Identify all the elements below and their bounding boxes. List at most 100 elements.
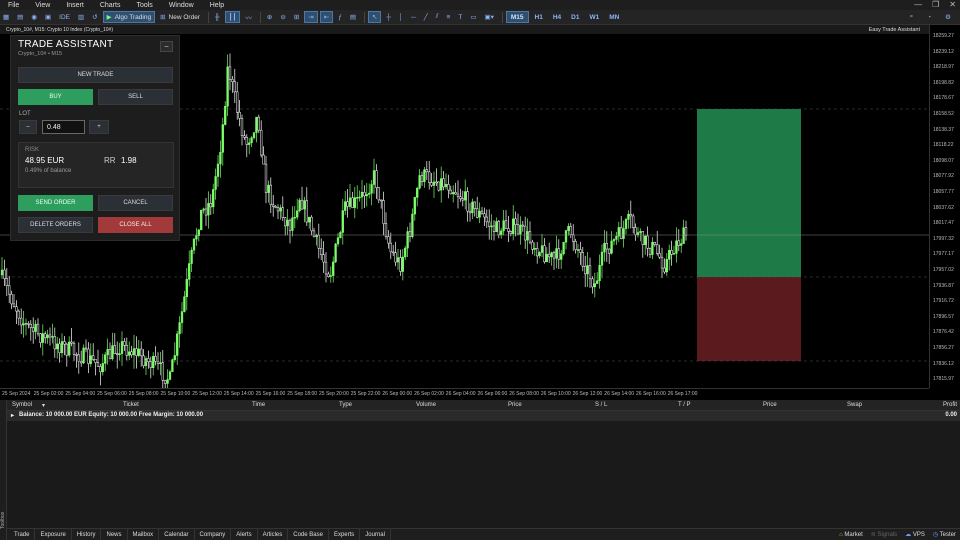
- chart-window-tab[interactable]: Crypto_10#, M15: Crypto 10 Index (Crypto…: [0, 27, 119, 33]
- tab-calendar[interactable]: Calendar: [159, 529, 195, 540]
- new-trade-button[interactable]: NEW TRADE: [18, 67, 173, 83]
- price-scale[interactable]: 18259.27 18239.12 18218.97 18198.82 18178.67…: [929, 25, 960, 388]
- crosshair-icon[interactable]: ┼: [383, 11, 394, 23]
- text-icon[interactable]: T: [455, 11, 465, 23]
- menu-window[interactable]: Window: [161, 2, 202, 9]
- candle-body: [648, 248, 652, 255]
- tab-company[interactable]: Company: [195, 529, 232, 540]
- col-profit[interactable]: Profit: [943, 402, 957, 408]
- rectangle-icon[interactable]: ▭: [467, 11, 479, 23]
- bar-chart-icon[interactable]: ╫: [212, 11, 223, 23]
- tab-news[interactable]: News: [101, 529, 128, 540]
- data-window-icon[interactable]: ▣: [42, 11, 54, 23]
- channel-icon[interactable]: ⫽: [433, 11, 442, 23]
- candlestick-icon[interactable]: ┃┃: [224, 11, 241, 23]
- minimize-window-icon[interactable]: —: [914, 0, 922, 10]
- timeframe-h4[interactable]: H4: [549, 11, 565, 23]
- menu-file[interactable]: File: [0, 2, 27, 9]
- tab-mailbox[interactable]: Mailbox: [128, 529, 160, 540]
- history-icon[interactable]: ↺: [89, 11, 100, 23]
- col-sl[interactable]: S / L: [595, 402, 607, 408]
- timeframe-w1[interactable]: W1: [585, 11, 603, 23]
- balance-expand-icon[interactable]: ▸: [11, 412, 14, 419]
- timeframe-mn[interactable]: MN: [605, 11, 623, 23]
- profiles-icon[interactable]: ▤: [14, 11, 26, 23]
- cursor-icon[interactable]: ↖: [367, 11, 382, 23]
- indicators-icon[interactable]: ƒ: [335, 11, 345, 23]
- zoom-in-icon[interactable]: ⊕: [264, 11, 275, 23]
- menu-charts[interactable]: Charts: [92, 2, 129, 9]
- sell-button[interactable]: SELL: [98, 89, 173, 105]
- col-volume[interactable]: Volume: [416, 402, 436, 408]
- candle-body: [408, 231, 412, 237]
- chart-shift-icon[interactable]: ⇤: [319, 11, 334, 23]
- ide-icon[interactable]: IDE: [56, 11, 73, 23]
- lot-increase-button[interactable]: +: [89, 120, 109, 134]
- vertical-line-icon[interactable]: │: [396, 11, 406, 23]
- zoom-out-icon[interactable]: ⊖: [277, 11, 288, 23]
- candle-body: [32, 327, 35, 332]
- menu-insert[interactable]: Insert: [58, 2, 92, 9]
- col-type[interactable]: Type: [339, 402, 352, 408]
- market-watch-icon[interactable]: ◉: [28, 11, 40, 23]
- horizontal-line-icon[interactable]: ─: [408, 11, 419, 23]
- candle-body: [51, 336, 54, 338]
- send-order-button[interactable]: SEND ORDER: [18, 195, 93, 211]
- cancel-button[interactable]: CANCEL: [98, 195, 173, 211]
- candle-body: [202, 208, 205, 211]
- market-link[interactable]: ⌂ Market: [839, 532, 863, 538]
- line-chart-icon[interactable]: 〰: [242, 11, 255, 23]
- tester-link[interactable]: ◷ Tester: [933, 531, 956, 538]
- templates-icon[interactable]: ▤: [347, 11, 359, 23]
- lot-input[interactable]: [42, 120, 85, 134]
- delete-orders-button[interactable]: DELETE ORDERS: [18, 217, 93, 233]
- tab-alerts[interactable]: Alerts: [231, 529, 258, 540]
- col-swap[interactable]: Swap: [847, 402, 862, 408]
- autoscroll-icon[interactable]: ⇥: [304, 11, 318, 23]
- buy-button[interactable]: BUY: [18, 89, 93, 105]
- col-price[interactable]: Price: [508, 402, 522, 408]
- chart-type-icon[interactable]: ▦: [0, 11, 12, 23]
- timeframe-h1[interactable]: H1: [531, 11, 547, 23]
- restore-window-icon[interactable]: ❐: [932, 0, 939, 10]
- tab-exposure[interactable]: Exposure: [35, 529, 72, 540]
- navigator-icon[interactable]: ▥: [75, 11, 87, 23]
- algo-trading-button[interactable]: ▶ Algo Trading: [102, 11, 156, 23]
- stop-loss-zone[interactable]: [697, 277, 801, 361]
- lot-decrease-button[interactable]: –: [19, 120, 37, 134]
- take-profit-zone[interactable]: [697, 109, 801, 277]
- col-symbol[interactable]: Symbol: [12, 402, 32, 408]
- tab-trade[interactable]: Trade: [9, 529, 36, 540]
- tab-journal[interactable]: Journal: [360, 529, 391, 540]
- timeframe-m15[interactable]: M15: [505, 11, 529, 23]
- col-current-price[interactable]: Price: [763, 402, 777, 408]
- settings-icon[interactable]: ⚙: [942, 11, 954, 23]
- col-time[interactable]: Time: [252, 402, 265, 408]
- menu-help[interactable]: Help: [202, 2, 232, 9]
- timeframe-d1[interactable]: D1: [567, 11, 583, 23]
- new-order-button[interactable]: ⊞ New Order: [157, 11, 203, 23]
- search-icon[interactable]: ⌕: [907, 11, 917, 23]
- col-tp[interactable]: T / P: [678, 402, 691, 408]
- menu-tools[interactable]: Tools: [128, 2, 160, 9]
- signals-link[interactable]: ≋ Signals: [871, 531, 897, 538]
- menu-view[interactable]: View: [27, 2, 58, 9]
- fibonacci-icon[interactable]: ≡: [444, 11, 454, 23]
- balance-row[interactable]: ▸ Balance: 10 000.00 EUR Equity: 10 000.…: [7, 411, 960, 421]
- close-all-button[interactable]: CLOSE ALL: [98, 217, 173, 233]
- account-icon[interactable]: ◔: [924, 11, 934, 23]
- tab-articles[interactable]: Articles: [258, 529, 289, 540]
- tab-history[interactable]: History: [72, 529, 102, 540]
- tile-windows-icon[interactable]: ⊞: [291, 11, 302, 23]
- trendline-icon[interactable]: ╱: [421, 11, 431, 23]
- close-window-icon[interactable]: ✕: [949, 0, 956, 10]
- tab-code-base[interactable]: Code Base: [288, 529, 329, 540]
- col-ticket[interactable]: Ticket: [123, 402, 139, 408]
- shapes-icon[interactable]: ▣▾: [481, 11, 496, 23]
- candle-body: [550, 252, 553, 258]
- tab-experts[interactable]: Experts: [329, 529, 361, 540]
- time-scale[interactable]: 25 Sep 2024 25 Sep 02:00 25 Sep 04:00 25 Se…: [0, 388, 929, 400]
- panel-minimize-button[interactable]: –: [160, 41, 173, 52]
- vps-link[interactable]: ☁ VPS: [905, 531, 925, 538]
- candle-body: [653, 241, 656, 245]
